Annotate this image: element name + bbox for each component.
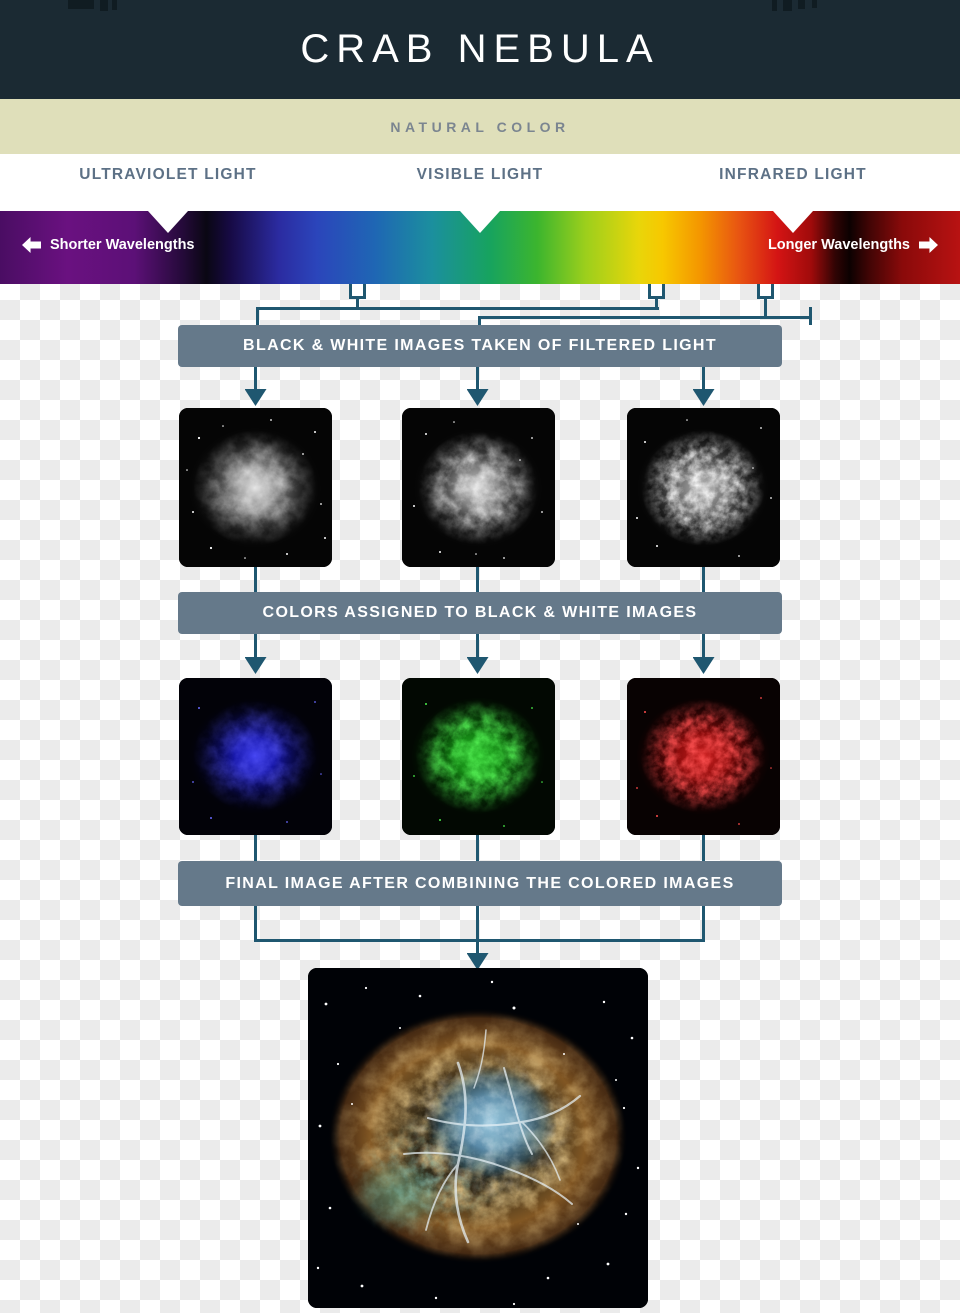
visible-green-image — [402, 678, 555, 835]
stage-bar-final-image-label: FINAL IMAGE AFTER COMBINING THE COLORED … — [225, 874, 735, 892]
infrared-red-image — [627, 678, 780, 835]
label-visible-light: VISIBLE LIGHT — [416, 166, 544, 183]
stage-bar-black-and-white-label: BLACK & WHITE IMAGES TAKEN OF FILTERED L… — [243, 337, 717, 354]
arrow-right-icon — [919, 237, 938, 253]
page-title: CRAB NEBULA — [300, 27, 660, 71]
visible-bw-image — [402, 408, 555, 567]
tab-ultraviolet-icon — [757, 284, 774, 299]
label-ultraviolet-light: ULTRAVIOLET LIGHT — [79, 166, 257, 183]
ultraviolet-bw-image — [179, 408, 332, 567]
shorter-wavelengths-caption: Shorter Wavelengths — [22, 237, 195, 253]
spectrum-band: Shorter Wavelengths Longer Wavelengths — [0, 211, 960, 284]
tab-infrared-icon — [648, 284, 665, 299]
stage-bar-colors-assigned: COLORS ASSIGNED TO BLACK & WHITE IMAGES — [178, 592, 782, 634]
natural-color-band: NATURAL COLOR — [0, 99, 960, 154]
longer-wavelengths-caption: Longer Wavelengths — [768, 237, 938, 253]
arrow-left-icon — [22, 237, 41, 253]
ultraviolet-blue-image — [179, 678, 332, 835]
natural-color-label: NATURAL COLOR — [390, 118, 570, 135]
longer-wavelengths-text: Longer Wavelengths — [767, 237, 910, 253]
header-bar: CRAB NEBULA — [0, 0, 960, 99]
light-type-label-strip: ULTRAVIOLET LIGHT VISIBLE LIGHT INFRARED… — [0, 154, 960, 211]
stage-bar-black-and-white: BLACK & WHITE IMAGES TAKEN OF FILTERED L… — [178, 325, 782, 367]
top-edge-artifacts — [0, 0, 960, 12]
shorter-wavelengths-text: Shorter Wavelengths — [50, 237, 195, 253]
stage-bar-final-image: FINAL IMAGE AFTER COMBINING THE COLORED … — [178, 861, 782, 906]
infographic-page: CRAB NEBULA NATURAL COLOR ULTRAVIOLET LI… — [0, 0, 960, 1313]
crab-nebula-composite-image — [308, 968, 648, 1308]
infrared-bw-image — [627, 408, 780, 567]
label-infrared-light: INFRARED LIGHT — [719, 166, 867, 183]
stage-bar-colors-assigned-label: COLORS ASSIGNED TO BLACK & WHITE IMAGES — [262, 604, 698, 621]
tab-visible-icon — [349, 284, 366, 299]
